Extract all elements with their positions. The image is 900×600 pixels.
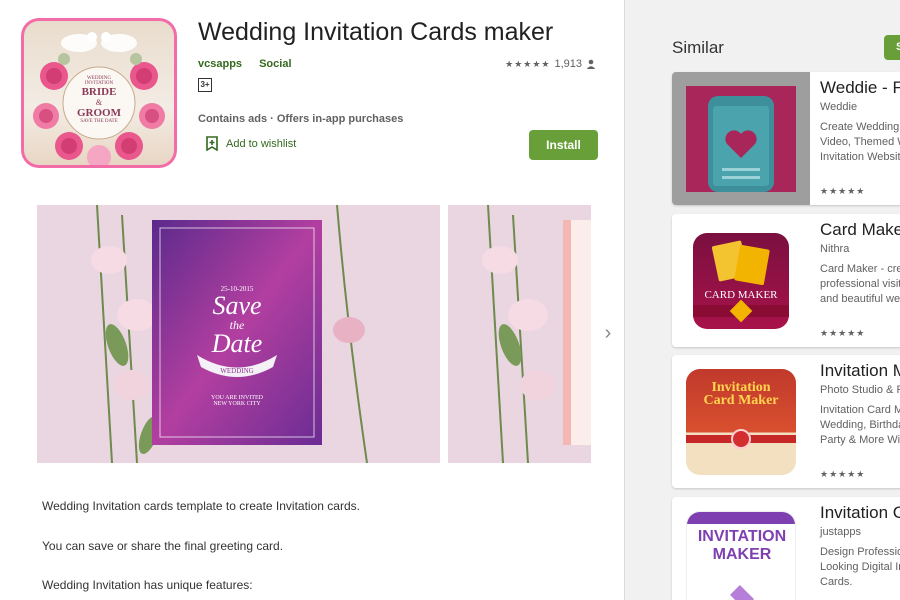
- person-icon: [586, 59, 596, 69]
- similar-app-card[interactable]: CARD MAKER Card Maker Nithra Card Maker …: [672, 214, 900, 347]
- similar-app-rating: ★★★★★: [820, 469, 866, 479]
- similar-app-name[interactable]: Weddie - Fr: [820, 78, 900, 98]
- screenshot-date-word: Date: [211, 329, 263, 358]
- install-button[interactable]: Install: [529, 130, 598, 160]
- screenshot-2[interactable]: [448, 205, 591, 463]
- app-icon: WEDDING INVITATION BRIDE & GROOM SAVE TH…: [21, 18, 177, 168]
- chevron-right-icon[interactable]: ›: [598, 322, 618, 346]
- description-line-1: Wedding Invitation cards template to cre…: [42, 499, 360, 513]
- similar-app-thumb: CARD MAKER: [672, 214, 810, 347]
- app-title: Wedding Invitation Cards maker: [198, 18, 554, 46]
- phone-heart-icon: [686, 85, 796, 192]
- similar-app-thumb: INVITATION MAKER: [672, 497, 810, 600]
- wishlist-label: Add to wishlist: [226, 137, 297, 150]
- similar-app-card[interactable]: Invitation Card Maker Invitation M Photo…: [672, 355, 900, 488]
- bookmark-plus-icon: [206, 136, 218, 151]
- rating-stars: ★★★★★: [505, 58, 551, 69]
- icon-text-bride: BRIDE: [81, 86, 117, 98]
- similar-app-description: Invitation Card M Wedding, Birthda Party…: [820, 404, 900, 446]
- description-line-2: You can save or share the final greeting…: [42, 539, 284, 553]
- main-content: WEDDING INVITATION BRIDE & GROOM SAVE TH…: [0, 0, 624, 600]
- screenshot-save: Save: [212, 291, 262, 320]
- similar-app-description: Design Professio Looking Digital In Card…: [820, 546, 900, 588]
- similar-app-description: Card Maker - cre professional visit and …: [820, 263, 900, 305]
- similar-app-name[interactable]: Invitation M: [820, 361, 900, 381]
- developer-row: vcsapps Social: [198, 58, 306, 70]
- developer-link[interactable]: vcsapps: [198, 58, 242, 70]
- icon-text-amp: &: [95, 98, 103, 107]
- similar-app-rating: ★★★★★: [820, 328, 866, 338]
- rating-count: 1,913: [554, 58, 582, 70]
- similar-app-name[interactable]: Invitation C: [820, 503, 900, 523]
- age-rating-badge: 3+: [198, 78, 212, 92]
- similar-app-developer[interactable]: Nithra: [820, 243, 849, 255]
- description-line-3: Wedding Invitation has unique features:: [42, 578, 253, 592]
- screenshot-city: NEW YORK CITY: [213, 401, 261, 407]
- icon-text-save-the-date: SAVE THE DATE: [80, 119, 118, 124]
- add-to-wishlist-link[interactable]: Add to wishlist: [206, 136, 296, 151]
- similar-app-developer[interactable]: Photo Studio & P: [820, 384, 900, 396]
- similar-sidebar: Similar S Weddie - Fr Weddie Create Wedd…: [624, 0, 900, 600]
- similar-app-rating: ★★★★★: [820, 186, 866, 196]
- contains-ads-notice: Contains ads · Offers in-app purchases: [198, 113, 404, 125]
- invitation-maker-thumb-label: INVITATION MAKER: [697, 527, 787, 563]
- similar-app-name[interactable]: Card Maker: [820, 220, 900, 240]
- similar-title: Similar: [672, 38, 724, 57]
- screenshot-2-art: [482, 205, 591, 463]
- similar-app-card[interactable]: INVITATION MAKER Invitation C justapps D…: [672, 497, 900, 600]
- see-more-button[interactable]: S: [884, 35, 900, 60]
- rating-row: ★★★★★ 1,913: [505, 58, 596, 70]
- screenshot-1[interactable]: 25-10-2015 Save the Date WEDDING YOU ARE…: [37, 205, 440, 463]
- similar-app-description: Create Wedding Video, Themed W Invitatio…: [820, 121, 900, 163]
- similar-app-thumb: [672, 72, 810, 205]
- category-link[interactable]: Social: [259, 58, 291, 70]
- invitation-card-maker-thumb-label: Invitation Card Maker: [703, 379, 779, 408]
- similar-app-thumb: Invitation Card Maker: [672, 355, 810, 488]
- similar-app-developer[interactable]: justapps: [820, 526, 861, 538]
- icon-text-groom: GROOM: [77, 107, 121, 119]
- similar-app-developer[interactable]: Weddie: [820, 101, 857, 113]
- similar-app-card[interactable]: Weddie - Fr Weddie Create Wedding Video,…: [672, 72, 900, 205]
- screenshot-banner: WEDDING: [220, 367, 254, 375]
